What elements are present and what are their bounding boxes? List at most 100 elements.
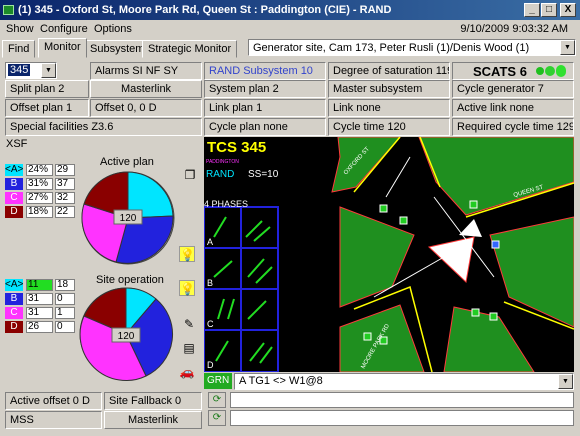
phase-label-a: A: [207, 237, 213, 247]
refresh-icon[interactable]: ⟳: [208, 392, 226, 408]
op-c-key: C: [5, 307, 23, 319]
chevron-down-icon[interactable]: ▼: [560, 40, 575, 55]
detector: [469, 200, 478, 209]
phase-a-key: <A>: [5, 164, 24, 176]
camera-select-value: Generator site, Cam 173, Peter Rusli (1)…: [253, 42, 530, 54]
op-b-val: 0: [55, 293, 75, 305]
active-plan-center: 120: [120, 213, 137, 224]
op-d-pct: 26: [26, 321, 53, 333]
tab-subsystem[interactable]: Subsystem: [84, 40, 151, 58]
op-b-pct: 31: [26, 293, 53, 305]
menu-show[interactable]: Show: [6, 23, 34, 35]
car-icon[interactable]: 🚗: [179, 364, 195, 380]
phase-d-pct: 18%: [26, 206, 53, 218]
site-select[interactable]: 345 ▼: [5, 62, 57, 79]
refresh-icon-2[interactable]: ⟳: [208, 410, 226, 426]
phase-a-val: 29: [55, 164, 75, 176]
phase-label-c: C: [207, 319, 214, 329]
signal-lights-icon: [536, 65, 566, 77]
phase-c-val: 32: [55, 192, 75, 204]
link-plan: Link plan 1: [204, 99, 326, 117]
phase-d-val: 22: [55, 206, 75, 218]
command-select-value: A TG1 <> W1@8: [239, 375, 323, 387]
maximize-button[interactable]: □: [541, 3, 557, 17]
offset: Offset 0, 0 D: [90, 99, 202, 117]
phase-c-key: C: [5, 192, 23, 204]
camera-select[interactable]: Generator site, Cam 173, Peter Rusli (1)…: [248, 39, 576, 56]
system-plan: System plan 2: [204, 80, 326, 98]
detector: [489, 312, 498, 321]
required-cycle-time: Required cycle time 129: [452, 118, 574, 136]
cycle-time: Cycle time 120: [328, 118, 450, 136]
edit-icon[interactable]: ✎: [181, 316, 197, 332]
ss-label: SS=10: [248, 169, 279, 180]
island-nw: [331, 137, 401, 193]
alarms: Alarms SI NF SY: [90, 62, 202, 80]
tcs-title: TCS 345: [207, 139, 267, 156]
rand-subsystem[interactable]: RAND Subsystem 10: [204, 62, 326, 80]
masterlink-button[interactable]: Masterlink: [90, 80, 202, 98]
menu-options[interactable]: Options: [94, 23, 132, 35]
op-c-val: 1: [55, 307, 75, 319]
tab-find[interactable]: Find: [2, 40, 36, 58]
split-plan: Split plan 2: [5, 80, 89, 98]
site-operation-center: 120: [118, 331, 135, 342]
island-ne: [418, 137, 574, 216]
phase-label-d: D: [207, 360, 214, 370]
op-c-pct: 31: [26, 307, 53, 319]
offset-plan: Offset plan 1: [5, 99, 89, 117]
detector: [363, 332, 372, 341]
grn-status: GRN: [204, 373, 232, 389]
special-facilities: Special facilities Z3.6: [5, 118, 202, 136]
op-a-key: <A>: [5, 279, 24, 291]
command-line-1[interactable]: [230, 392, 574, 408]
phase-d-key: D: [5, 206, 23, 218]
masterlink-bottom-button[interactable]: Masterlink: [104, 411, 202, 429]
site-operation-pie: 120: [79, 287, 173, 381]
menu-configure[interactable]: Configure: [40, 23, 88, 35]
chevron-down-icon[interactable]: ▼: [41, 63, 56, 78]
menu-bar: Show Configure Options 9/10/2009 9:03:32…: [0, 20, 580, 38]
close-button[interactable]: X: [560, 3, 576, 17]
site-fallback: Site Fallback 0: [104, 392, 202, 410]
lightbulb-icon-2[interactable]: 💡: [179, 280, 195, 296]
island-e: [489, 216, 574, 328]
tab-monitor[interactable]: Monitor: [38, 38, 87, 58]
traffic-island: [427, 236, 475, 284]
tab-strategic-monitor[interactable]: Strategic Monitor: [142, 40, 238, 58]
phase-label-b: B: [207, 278, 213, 288]
phase-b-val: 37: [55, 178, 75, 190]
master-subsystem: Master subsystem: [328, 80, 450, 98]
cycle-plan: Cycle plan none: [204, 118, 326, 136]
phase-b-key: B: [5, 178, 23, 190]
title-bar: (1) 345 - Oxford St, Moore Park Rd, Quee…: [0, 0, 580, 20]
op-b-key: B: [5, 293, 23, 305]
minimize-button[interactable]: _: [524, 3, 540, 17]
window-title: (1) 345 - Oxford St, Moore Park Rd, Quee…: [18, 4, 392, 16]
site-select-value: 345: [8, 64, 31, 76]
lightbulb-icon[interactable]: 💡: [179, 246, 195, 262]
document-icon[interactable]: ▤: [181, 340, 197, 356]
datetime: 9/10/2009 9:03:32 AM: [460, 23, 568, 35]
link-none: Link none: [328, 99, 450, 117]
phases-label: 4 PHASES: [204, 199, 249, 209]
cycle-generator: Cycle generator 7: [452, 80, 574, 98]
op-a-pct: 11: [26, 279, 53, 291]
copy-icon[interactable]: ❐: [182, 167, 198, 183]
active-offset: Active offset 0 D: [5, 392, 102, 410]
command-line-2[interactable]: [230, 410, 574, 426]
detector: [491, 240, 500, 249]
intersection-map[interactable]: A B C D OXFORD ST QUEEN ST MOORE PARK RD…: [204, 137, 574, 372]
detector: [379, 204, 388, 213]
active-link: Active link none: [452, 99, 574, 117]
phase-a-pct: 24%: [26, 164, 53, 176]
island-se: [443, 306, 535, 372]
chevron-down-icon[interactable]: ▼: [558, 374, 573, 389]
op-a-val: 18: [55, 279, 75, 291]
detector: [471, 308, 480, 317]
rand-label: RAND: [206, 169, 235, 180]
op-d-val: 0: [55, 321, 75, 333]
phase-b-pct: 31%: [26, 178, 53, 190]
detector: [399, 216, 408, 225]
command-select[interactable]: A TG1 <> W1@8 ▼: [234, 373, 574, 390]
